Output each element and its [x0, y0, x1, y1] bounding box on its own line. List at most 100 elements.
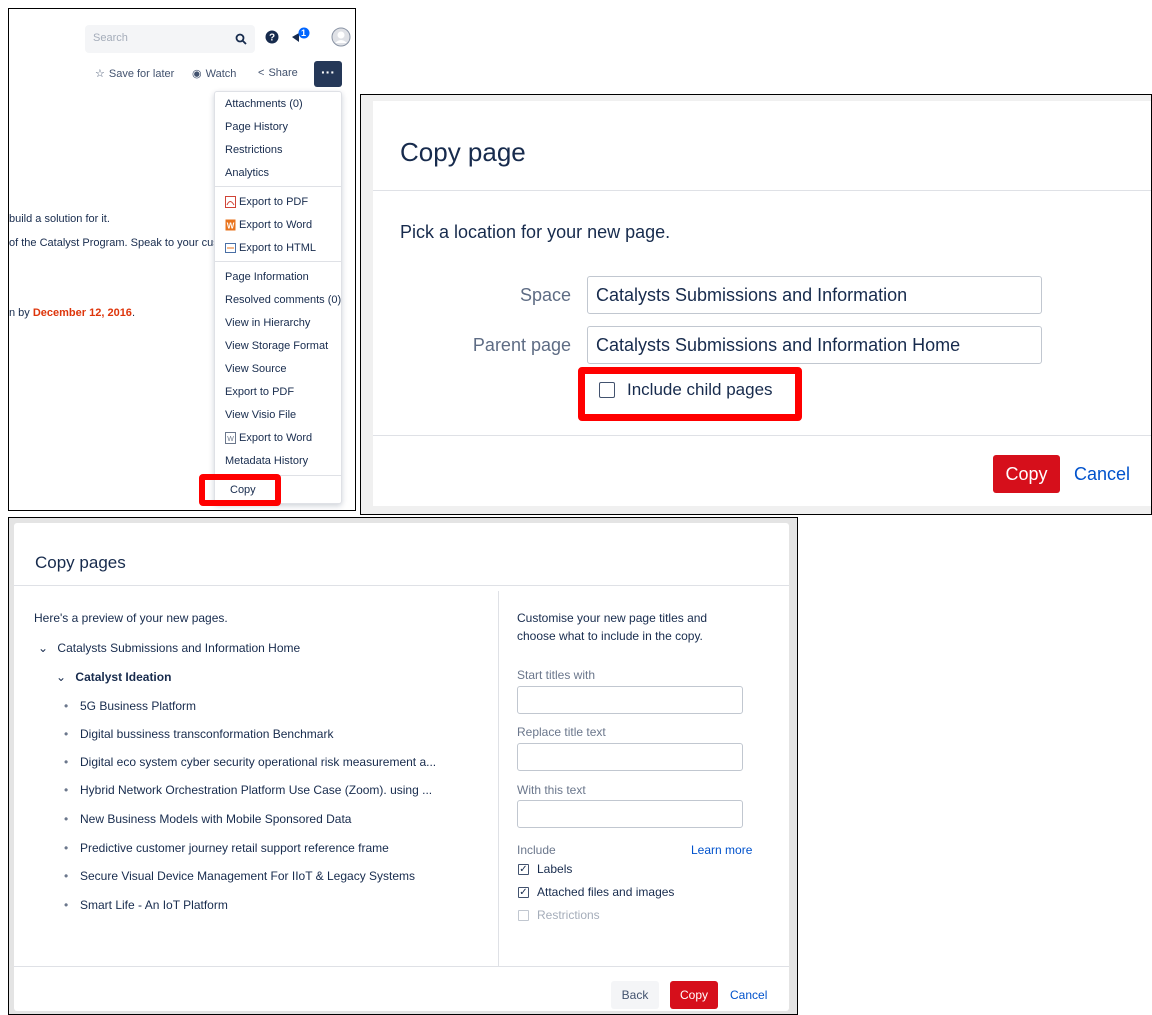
start-titles-label: Start titles with	[517, 668, 596, 682]
menu-item-view-hierarchy[interactable]: View in Hierarchy	[225, 313, 310, 333]
parent-page-label: Parent page	[472, 335, 571, 355]
bullet-icon: •	[64, 841, 69, 855]
copy-button[interactable]: Copy	[670, 981, 718, 1009]
chevron-down-icon: ⌄	[56, 670, 67, 684]
share-icon: <	[258, 67, 265, 79]
space-field[interactable]: Catalysts Submissions and Information	[587, 276, 1042, 314]
svg-text:W: W	[227, 436, 234, 443]
search-placeholder: Search	[93, 32, 128, 44]
cancel-button[interactable]: Cancel	[730, 981, 767, 1009]
back-button[interactable]: Back	[611, 981, 659, 1009]
word-icon: W	[225, 219, 236, 231]
parent-page-field[interactable]: Catalysts Submissions and Information Ho…	[587, 326, 1042, 364]
body-line-3-suffix: .	[131, 307, 135, 319]
bullet-icon: •	[64, 699, 69, 713]
menu-item-export-pdf[interactable]: Export to PDF	[225, 192, 308, 212]
attached-files-checkbox[interactable]: ✓	[518, 887, 529, 898]
bullet-icon: •	[64, 783, 69, 797]
body-line-3: n by December 12, 2016.	[9, 307, 135, 319]
menu-item-export-word-label: Export to Word	[239, 219, 313, 231]
dialog-divider	[14, 966, 789, 967]
menu-item-restrictions[interactable]: Restrictions	[225, 140, 282, 160]
search-input[interactable]: Search	[85, 25, 255, 53]
copy-pages-dialog: Copy pages Here's a preview of your new …	[14, 523, 789, 1011]
more-actions-button[interactable]: ···	[314, 61, 342, 87]
share-button[interactable]: < Share	[258, 67, 298, 79]
bullet-icon: •	[64, 727, 69, 741]
replace-title-label: Replace title text	[517, 725, 606, 739]
copy-page-dialog-screenshot: Copy page Pick a location for your new p…	[360, 94, 1152, 515]
dialog-divider	[14, 585, 789, 586]
tree-item: Hybrid Network Orchestration Platform Us…	[80, 783, 433, 797]
tree-child-label: Catalyst Ideation	[75, 670, 172, 684]
tree-root-label: Catalysts Submissions and Information Ho…	[57, 641, 301, 655]
share-label: Share	[268, 67, 298, 79]
labels-checkbox[interactable]: ✓	[518, 864, 529, 875]
tree-item: Smart Life - An IoT Platform	[80, 898, 228, 912]
notification-count: 1	[301, 28, 307, 38]
menu-item-resolved-comments[interactable]: Resolved comments (0)	[225, 290, 341, 310]
watch-button[interactable]: ◉ Watch	[192, 67, 236, 81]
include-child-pages-checkbox[interactable]	[599, 382, 615, 398]
menu-item-page-information[interactable]: Page Information	[225, 267, 309, 287]
more-actions-menu: Attachments (0) Page History Restriction…	[214, 91, 342, 504]
start-titles-input[interactable]	[517, 686, 743, 714]
copy-pages-dialog-screenshot: Copy pages Here's a preview of your new …	[8, 517, 798, 1015]
help-icon[interactable]: ?	[265, 30, 279, 49]
restrictions-option-label: Restrictions	[537, 908, 600, 922]
space-label: Space	[519, 285, 571, 305]
body-line-3-prefix: n by	[9, 307, 33, 319]
bullet-icon: •	[64, 869, 69, 883]
dialog-column-divider	[498, 591, 499, 966]
bullet-icon: •	[64, 898, 69, 912]
menu-item-analytics[interactable]: Analytics	[225, 163, 269, 183]
attached-files-option-label: Attached files and images	[537, 885, 675, 899]
menu-item-view-source[interactable]: View Source	[225, 359, 287, 379]
pdf-icon	[225, 196, 236, 208]
search-icon[interactable]	[235, 32, 247, 50]
restrictions-checkbox	[518, 910, 529, 921]
menu-item-export-word[interactable]: W Export to Word	[225, 215, 312, 235]
menu-item-view-visio[interactable]: View Visio File	[225, 405, 296, 425]
include-child-pages-label: Include child pages	[627, 380, 773, 399]
tree-item: 5G Business Platform	[80, 699, 197, 713]
replace-title-input[interactable]	[517, 743, 743, 771]
menu-item-attachments[interactable]: Attachments (0)	[225, 94, 303, 114]
menu-item-export-pdf-2[interactable]: Export to PDF	[225, 382, 294, 402]
body-line-2: of the Catalyst Program. Speak to your c…	[9, 237, 219, 249]
avatar-icon[interactable]	[331, 27, 351, 52]
menu-item-page-history[interactable]: Page History	[225, 117, 288, 137]
learn-more-link[interactable]: Learn more	[691, 843, 752, 857]
with-text-input[interactable]	[517, 800, 743, 828]
svg-text:?: ?	[269, 33, 275, 44]
dialog-divider	[373, 190, 1151, 191]
menu-item-view-storage-format[interactable]: View Storage Format	[225, 336, 328, 356]
preview-heading: Here's a preview of your new pages.	[34, 611, 228, 625]
deadline-date: December 12, 2016	[32, 307, 132, 319]
include-label: Include	[517, 843, 556, 857]
dialog-title: Copy pages	[35, 553, 126, 572]
menu-item-export-word-2[interactable]: W Export to Word	[225, 428, 312, 448]
copy-button[interactable]: Copy	[993, 455, 1060, 493]
customise-text-line-2: choose what to include in the copy.	[517, 629, 703, 643]
star-icon: ☆	[95, 68, 105, 80]
menu-item-metadata-history[interactable]: Metadata History	[225, 451, 308, 471]
copy-highlight-box	[199, 474, 281, 506]
tree-item: Digital bussiness transconformation Benc…	[80, 727, 334, 741]
cancel-button[interactable]: Cancel	[1074, 455, 1130, 493]
chevron-down-icon: ⌄	[38, 641, 49, 655]
tree-item: Predictive customer journey retail suppo…	[80, 841, 389, 855]
save-for-later-button[interactable]: ☆ Save for later	[95, 67, 174, 81]
tree-root[interactable]: ⌄ Catalysts Submissions and Information …	[38, 641, 300, 655]
svg-text:W: W	[227, 222, 235, 231]
tree-child[interactable]: ⌄ Catalyst Ideation	[56, 670, 171, 684]
tree-item: Secure Visual Device Management For IIoT…	[80, 869, 416, 883]
page-menu-screenshot: Search ? 1 ☆ Save for later ◉ Watch < Sh…	[8, 8, 356, 511]
labels-option-label: Labels	[537, 862, 573, 876]
bullet-icon: •	[64, 755, 69, 769]
word-doc-icon: W	[225, 432, 236, 444]
menu-item-export-word-2-label: Export to Word	[239, 432, 313, 444]
menu-item-export-html[interactable]: Export to HTML	[225, 238, 316, 258]
dialog-divider	[373, 435, 1151, 436]
body-line-1: build a solution for it.	[9, 213, 110, 225]
